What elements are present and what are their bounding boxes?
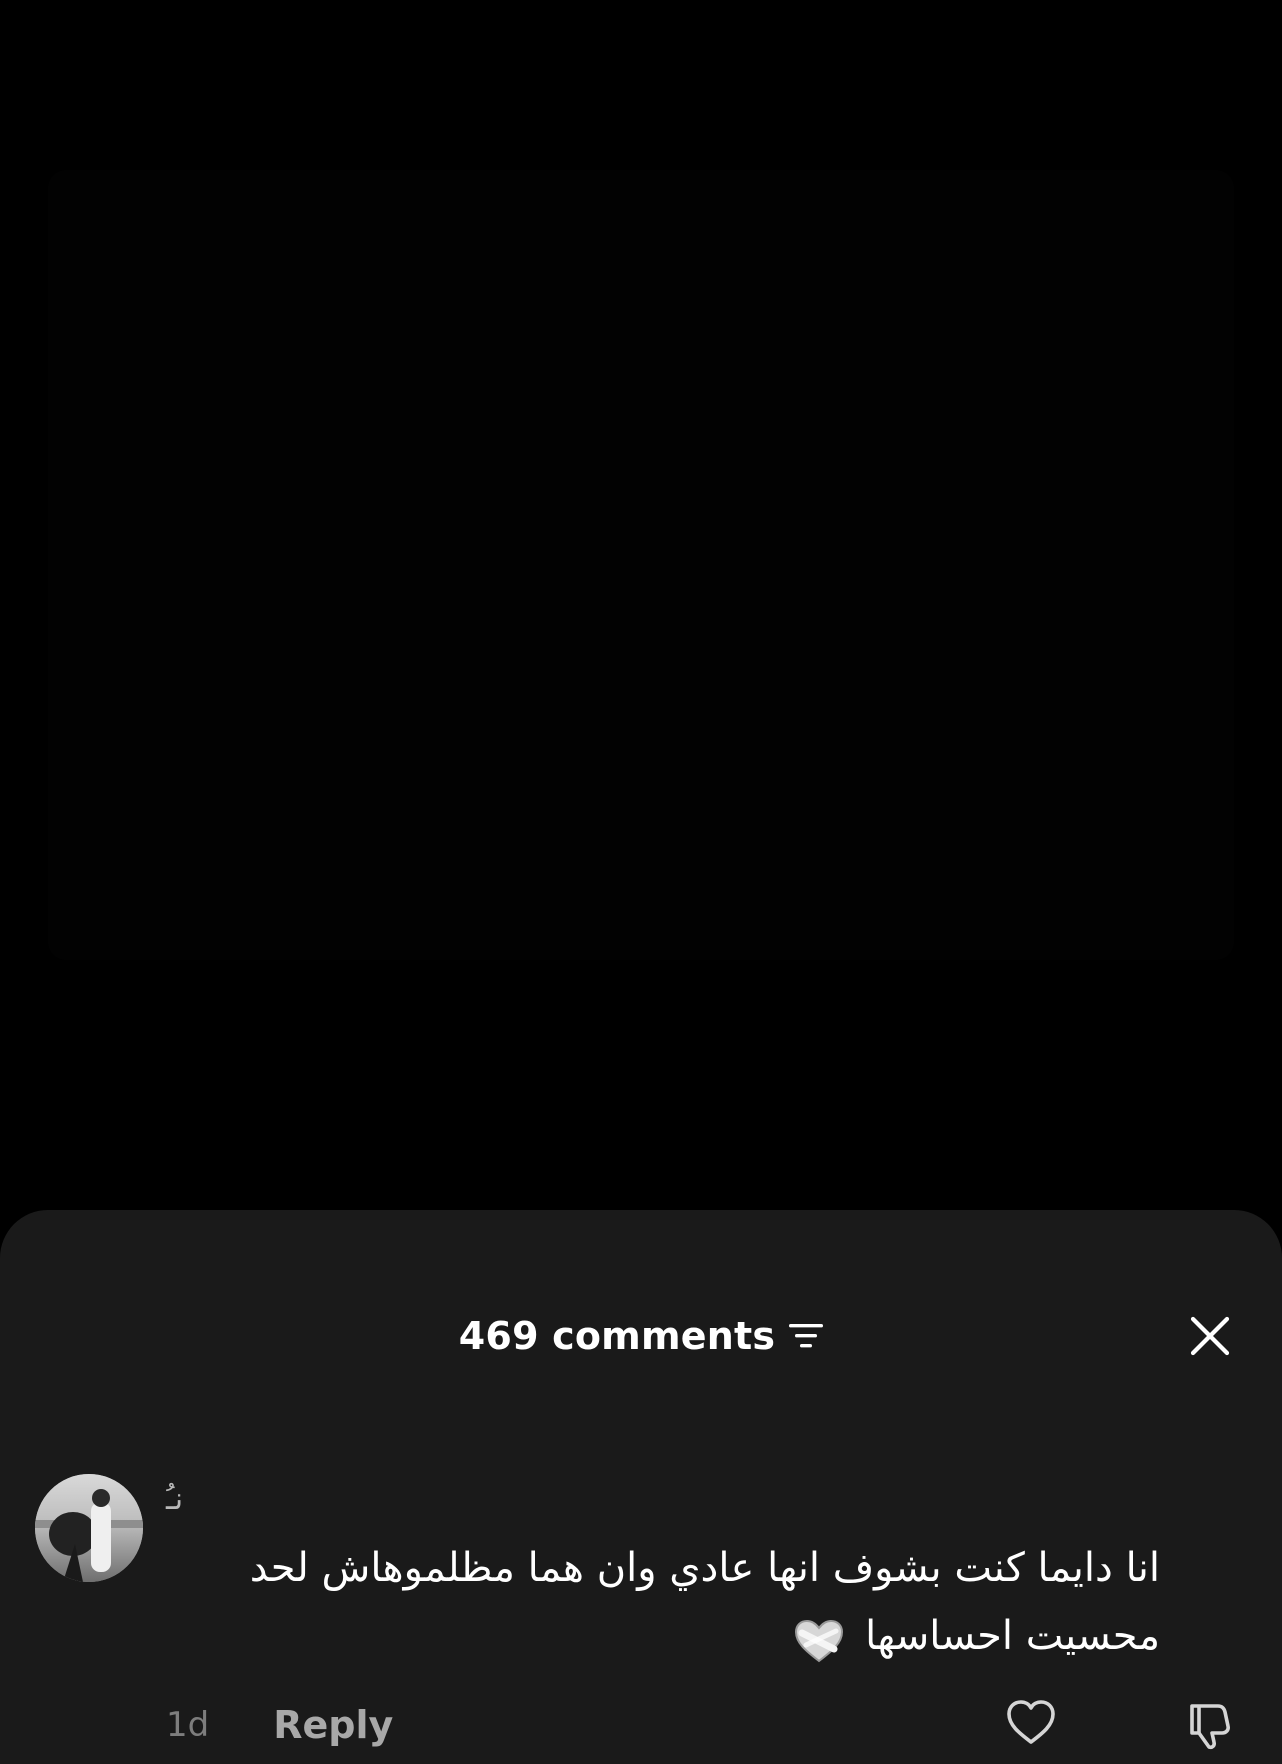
comment-timestamp: 1d: [166, 1705, 210, 1745]
sort-filter-icon[interactable]: [789, 1321, 824, 1351]
close-icon: [1190, 1316, 1230, 1356]
comment-meta: 1d Reply: [166, 1700, 393, 1750]
avatar[interactable]: [35, 1474, 143, 1582]
comment-item: نـُ انا دايما كنت بشوف انها عادي وان هما…: [0, 1474, 1282, 1764]
comments-sheet: 469 comments نـُ انا دايما كنت بشوف انها…: [0, 1210, 1282, 1764]
video-area[interactable]: [0, 0, 1282, 1210]
thumbs-down-icon: [1190, 1704, 1230, 1750]
like-button[interactable]: [1004, 1696, 1058, 1750]
dislike-button[interactable]: [1184, 1696, 1238, 1750]
video-frame: [48, 170, 1234, 960]
comment-username[interactable]: نـُ: [166, 1482, 183, 1517]
comment-count: 469 comments: [458, 1314, 776, 1358]
comment-text: انا دايما كنت بشوف انها عادي وان هما مظل…: [150, 1534, 1160, 1670]
sheet-header: 469 comments: [0, 1306, 1282, 1366]
close-button[interactable]: [1186, 1312, 1234, 1360]
heart-outline-icon: [1007, 1700, 1055, 1744]
comment-count-group: 469 comments: [0, 1306, 1282, 1366]
comment-body: انا دايما كنت بشوف انها عادي وان هما مظل…: [249, 1545, 1160, 1659]
reply-button[interactable]: Reply: [273, 1703, 393, 1747]
mending-heart-icon: [794, 1616, 844, 1663]
